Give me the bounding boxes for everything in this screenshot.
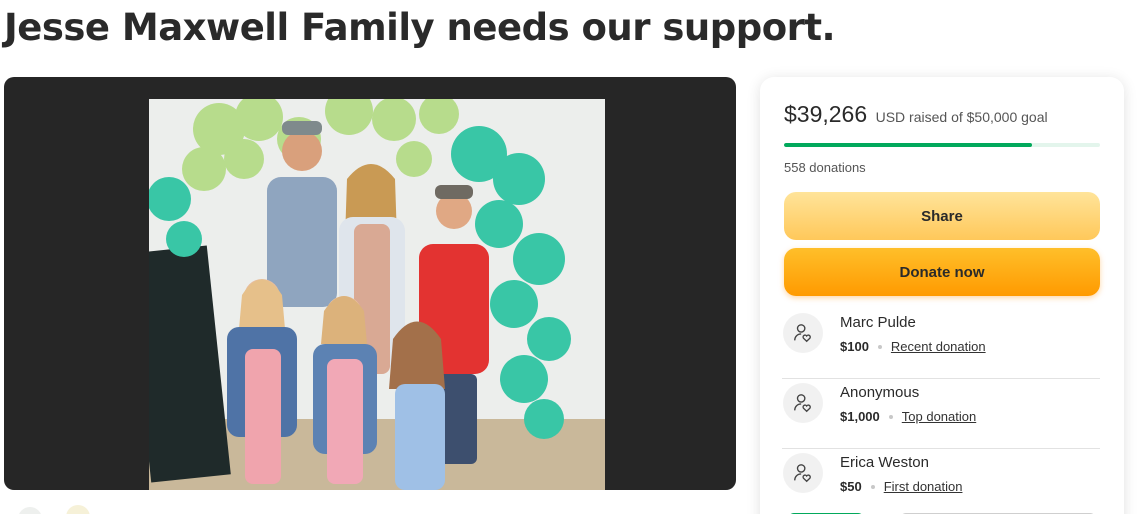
progress-bar bbox=[784, 143, 1100, 147]
donation-amount: $100 bbox=[840, 339, 869, 354]
recent-donation-link[interactable]: Recent donation bbox=[891, 339, 986, 354]
avatar bbox=[18, 507, 42, 514]
separator-dot bbox=[877, 344, 882, 349]
donation-details: $1,000 Top donation bbox=[840, 409, 976, 424]
donor-name: Marc Pulde bbox=[840, 314, 916, 331]
donor-name: Erica Weston bbox=[840, 454, 929, 471]
raised-amount: $39,266 bbox=[784, 101, 868, 127]
avatar bbox=[66, 505, 90, 514]
donation-count: 558 donations bbox=[784, 160, 866, 175]
donation-details: $100 Recent donation bbox=[840, 339, 986, 354]
share-button[interactable]: Share bbox=[784, 192, 1100, 240]
donation-details: $50 First donation bbox=[840, 479, 962, 494]
separator-dot bbox=[870, 484, 875, 489]
family-photo-illustration bbox=[149, 99, 605, 490]
donor-heart-icon bbox=[783, 313, 823, 353]
progress-fill bbox=[784, 143, 1033, 147]
donation-card: $39,266 USD raised of $50,000 goal 558 d… bbox=[760, 77, 1124, 514]
donor-name: Anonymous bbox=[840, 384, 920, 401]
organizer-peek bbox=[18, 503, 258, 514]
family-photo bbox=[149, 99, 605, 490]
donor-heart-icon bbox=[783, 383, 823, 423]
donation-item: Anonymous $1,000 Top donation bbox=[782, 379, 1100, 449]
campaign-media[interactable] bbox=[4, 77, 736, 490]
donation-item: Erica Weston $50 First donation bbox=[782, 449, 1100, 514]
page-title: Jesse Maxwell Family needs our support. bbox=[4, 6, 836, 49]
amount-raised: $39,266 USD raised of $50,000 goal bbox=[784, 101, 1048, 128]
donation-amount: $50 bbox=[840, 479, 862, 494]
top-donation-link[interactable]: Top donation bbox=[902, 409, 976, 424]
goal-text: USD raised of $50,000 goal bbox=[875, 109, 1048, 125]
donation-item: Marc Pulde $100 Recent donation bbox=[782, 309, 1100, 379]
donor-heart-icon bbox=[783, 453, 823, 493]
donate-now-button[interactable]: Donate now bbox=[784, 248, 1100, 296]
donation-amount: $1,000 bbox=[840, 409, 880, 424]
separator-dot bbox=[888, 414, 893, 419]
first-donation-link[interactable]: First donation bbox=[884, 479, 963, 494]
